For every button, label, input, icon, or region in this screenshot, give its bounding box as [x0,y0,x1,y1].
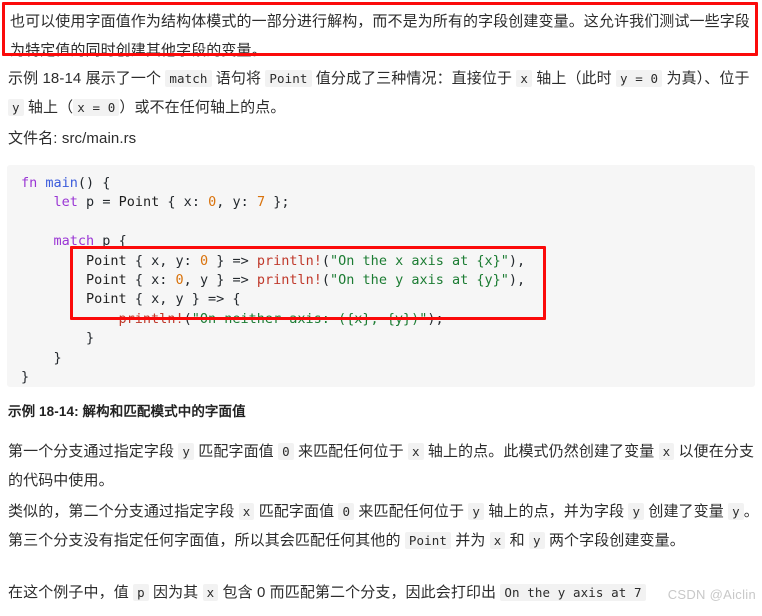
inline-code-y-eq-0: y = 0 [616,70,663,87]
article-page: 也可以使用字面值作为结构体模式的一部分进行解构，而不是为所有的字段创建变量。这允… [0,0,762,616]
inline-code-y: y [468,503,484,520]
code-block-content: fn main() { let p = Point { x: 0, y: 7 }… [21,175,526,386]
seg-text: 匹配字面值 [194,443,279,460]
inline-code-x: x [658,443,675,460]
inline-code-x: x [489,532,506,549]
paragraph-branch-second: 类似的，第二个分支通过指定字段 x 匹配字面值 0 来匹配任何位于 y 轴上的点… [8,497,760,555]
seg-text: 语句将 [211,70,266,87]
inline-code-x: x [202,584,219,601]
inline-code-point: Point [404,532,452,549]
inline-code-y: y [628,503,645,520]
seg-text: 匹配字面值 [254,503,339,520]
seg-text: 创建了变量 [644,503,729,520]
figure-caption: 示例 18-14: 解构和匹配模式中的字面值 [8,400,608,420]
paragraph-branch-first: 第一个分支通过指定字段 y 匹配字面值 0 来匹配任何位于 x 轴上的点。此模式… [8,437,756,495]
inline-code-y: y [728,503,744,520]
paragraph-intro: 也可以使用字面值作为结构体模式的一部分进行解构，而不是为所有的字段创建变量。这允… [10,7,752,65]
paragraph-result: 在这个例子中，值 p 因为其 x 包含 0 而匹配第二个分支，因此会打印出 On… [8,578,760,607]
seg-text: 因为其 [148,584,203,601]
seg-text: 包含 0 而匹配第二个分支，因此会打印出 [218,584,501,601]
paragraph-example-intro: 示例 18-14 展示了一个 match 语句将 Point 值分成了三种情况：… [8,64,756,122]
seg-text: 轴上（此时 [531,70,617,87]
seg-text: 两个字段创建变量。 [544,532,685,549]
seg-text: 并为 [451,532,490,549]
paragraph-filename: 文件名: src/main.rs [8,124,408,153]
seg-text: 值分成了三种情况：直接位于 [311,70,517,87]
inline-code-point: Point [265,70,312,87]
inline-code-x: x [238,503,255,520]
inline-code-y: y [178,443,195,460]
inline-code-zero: 0 [278,443,294,460]
inline-code-x-eq-0: x = 0 [73,99,120,116]
seg-text: 轴上（ [23,99,74,116]
inline-code-y: y [529,532,545,549]
seg-text: 轴上的点。此模式仍然创建了变量 [423,443,659,460]
inline-code-p: p [133,584,149,601]
code-block[interactable]: fn main() { let p = Point { x: 0, y: 7 }… [7,165,755,387]
inline-code-x: x [407,443,424,460]
seg-text: 和 [505,532,530,549]
filename-value: src/main.rs [61,130,137,147]
inline-code-zero: 0 [338,503,355,520]
seg-text: 在这个例子中，值 [8,584,134,601]
paragraph-intro-text: 也可以使用字面值作为结构体模式的一部分进行解构，而不是为所有的字段创建变量。这允… [10,13,750,59]
seg-text: 类似的，第二个分支通过指定字段 [8,503,239,520]
inline-code-y: y [8,99,24,116]
seg-text: ）或不在任何轴上的点。 [119,99,286,116]
seg-text: 为真）、位于 [662,70,750,87]
seg-text: 来匹配任何位于 [293,443,408,460]
inline-code-output: On the y axis at 7 [500,584,646,601]
figure-caption-text: 示例 18-14: 解构和匹配模式中的字面值 [8,404,246,419]
filename-label: 文件名: [8,130,62,147]
seg-text: 轴上的点，并为字段 [484,503,629,520]
seg-text: 示例 18-14 展示了一个 [8,70,166,87]
inline-code-x: x [516,70,532,87]
seg-text: 第一个分支通过指定字段 [8,443,179,460]
inline-code-match: match [165,70,212,87]
seg-text: 来匹配任何位于 [354,503,469,520]
